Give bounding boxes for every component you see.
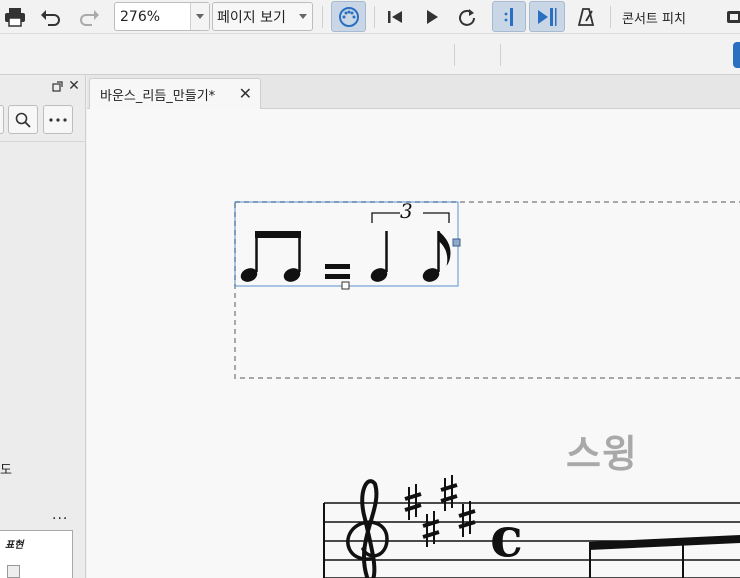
midi-input-toggle[interactable] bbox=[331, 1, 366, 32]
sharp-glyph bbox=[404, 484, 422, 520]
toolbar-separator bbox=[374, 6, 375, 28]
undock-icon[interactable] bbox=[50, 79, 64, 93]
sharp-glyph bbox=[440, 475, 458, 511]
app-window: 276% 페이지 보기 콘서트 피치 ✕ 도 ... 표현 바운스_리듬_만들기… bbox=[0, 0, 740, 578]
toolbar-separator bbox=[454, 44, 455, 66]
zoom-select[interactable]: 276% bbox=[114, 2, 210, 31]
palette-panel: ✕ 도 ... 표현 bbox=[0, 75, 86, 578]
redo-icon[interactable] bbox=[76, 4, 102, 30]
resize-handle bbox=[452, 238, 461, 247]
sharp-glyph bbox=[458, 501, 476, 537]
chevron-down-icon[interactable] bbox=[294, 14, 312, 19]
close-icon[interactable]: ✕ bbox=[67, 78, 81, 94]
note-input-toolbar: . .. ... .... 𝄪 ♯ ♮ ♭ � bbox=[0, 34, 740, 101]
time-signature: c bbox=[490, 505, 523, 569]
key-signature-sharps bbox=[404, 475, 476, 547]
loop-icon[interactable] bbox=[455, 4, 479, 30]
undo-icon[interactable] bbox=[38, 4, 64, 30]
palette-popup: 표현 bbox=[0, 530, 73, 578]
main-toolbar: 276% 페이지 보기 콘서트 피치 bbox=[0, 0, 740, 34]
tab-score[interactable]: 바운스_리듬_만들기* ✕ bbox=[89, 78, 261, 109]
concert-pitch-label: 콘서트 피치 bbox=[622, 11, 686, 27]
frame-border bbox=[234, 201, 740, 379]
more-options-button[interactable] bbox=[43, 105, 73, 134]
loop-in-icon bbox=[504, 7, 513, 26]
palette-checkbox[interactable] bbox=[7, 565, 20, 578]
beam-start bbox=[589, 535, 740, 578]
toolbar-separator bbox=[610, 6, 611, 28]
search-icon bbox=[15, 112, 31, 128]
search-palettes-button[interactable] bbox=[8, 105, 38, 134]
score-canvas[interactable]: c 3 스윙 bbox=[87, 109, 740, 578]
beamed-eighth-notes bbox=[240, 231, 301, 282]
palette-more-button[interactable]: ... bbox=[52, 507, 68, 523]
close-icon[interactable]: ✕ bbox=[239, 84, 252, 103]
loop-out-toggle[interactable] bbox=[529, 1, 565, 32]
panel-divider bbox=[0, 141, 86, 142]
view-mode-value[interactable]: 페이지 보기 bbox=[213, 7, 294, 27]
tab-title: 바운스_리듬_만들기* bbox=[100, 88, 216, 104]
toolbar-separator bbox=[500, 44, 501, 66]
triplet-notes bbox=[370, 231, 451, 282]
zoom-value[interactable]: 276% bbox=[115, 9, 190, 25]
view-mode-select[interactable]: 페이지 보기 bbox=[212, 2, 313, 31]
add-palette-button[interactable] bbox=[0, 105, 4, 134]
swing-text[interactable]: 스윙 bbox=[566, 423, 638, 478]
chevron-down-icon[interactable] bbox=[190, 3, 209, 30]
score-tabbar: 바운스_리듬_만들기* ✕ bbox=[87, 75, 740, 109]
play-icon[interactable] bbox=[420, 4, 444, 30]
tuplet-number[interactable]: 3 bbox=[400, 199, 413, 223]
loop-out-icon bbox=[538, 7, 557, 26]
panel-header: ✕ bbox=[0, 75, 86, 102]
print-icon[interactable] bbox=[2, 4, 28, 30]
metronome-icon[interactable] bbox=[574, 4, 598, 30]
toolbar-separator bbox=[322, 6, 323, 28]
equals-sign bbox=[325, 264, 350, 279]
rewind-icon[interactable] bbox=[383, 4, 407, 30]
concert-pitch-toggle[interactable]: 콘서트 피치 bbox=[622, 0, 686, 34]
treble-clef bbox=[346, 479, 389, 578]
voice-1-button[interactable] bbox=[733, 42, 740, 68]
more-icon bbox=[49, 117, 67, 122]
score-drawing: c bbox=[234, 201, 740, 578]
image-capture-icon[interactable] bbox=[724, 6, 740, 28]
resize-handle bbox=[341, 281, 350, 290]
midi-icon bbox=[338, 6, 359, 27]
palette-popup-title: 표현 bbox=[5, 540, 24, 551]
palette-partial-label: 도 bbox=[0, 463, 12, 478]
loop-in-toggle[interactable] bbox=[492, 1, 526, 32]
